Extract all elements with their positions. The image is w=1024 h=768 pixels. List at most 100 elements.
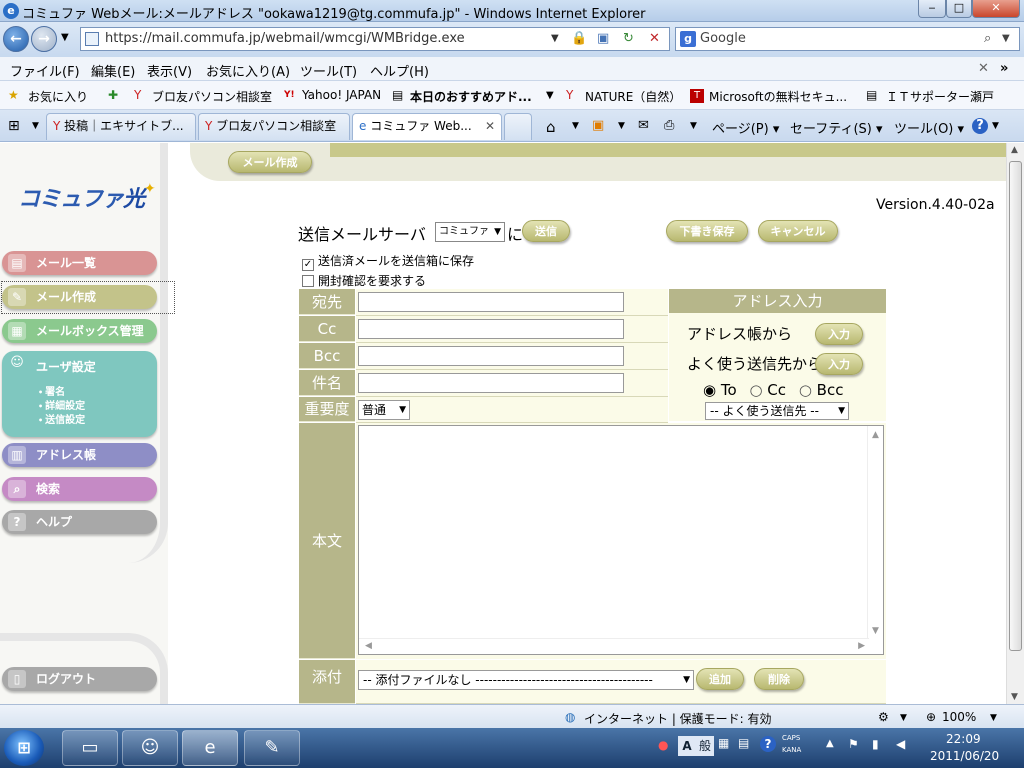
sidebar-item-search[interactable]: ⌕ 検索: [2, 477, 157, 501]
menu-favorites[interactable]: お気に入り(A): [206, 61, 290, 80]
history-dropdown-icon[interactable]: ▼: [61, 32, 69, 43]
close-button[interactable]: ✕: [972, 0, 1020, 18]
zoom-level[interactable]: 100%: [942, 710, 976, 724]
help-icon[interactable]: ?: [972, 118, 988, 134]
send-button[interactable]: 送信: [522, 220, 570, 242]
compose-tab-button[interactable]: メール作成: [228, 151, 312, 173]
url-input[interactable]: https://mail.commufa.jp/webmail/wmcgi/WM…: [80, 27, 670, 51]
scroll-right-icon[interactable]: ▶: [858, 641, 865, 651]
page-menu[interactable]: ページ(P) ▾: [712, 118, 779, 137]
sidebar-item-user-settings[interactable]: ☺ ユーザ設定 署名 詳細設定 送信設定: [2, 351, 157, 437]
home-dropdown-icon[interactable]: ▼: [572, 121, 579, 131]
search-input[interactable]: g Google ⌕ ▼: [675, 27, 1020, 51]
tab-close-icon[interactable]: ✕: [485, 114, 495, 139]
menu-help[interactable]: ヘルプ(H): [370, 61, 429, 80]
tab-excite[interactable]: Y 投稿｜エキサイトブ...: [46, 113, 196, 140]
ime-help-icon[interactable]: ?: [760, 736, 776, 752]
body-vertical-scrollbar[interactable]: ▲ ▼: [867, 426, 883, 638]
chevron-down-icon[interactable]: ▼: [900, 713, 907, 723]
chevron-down-icon[interactable]: ▼: [546, 90, 554, 101]
mail-icon[interactable]: ✉: [638, 118, 649, 133]
cancel-button[interactable]: キャンセル: [758, 220, 838, 242]
menu-close-icon[interactable]: ✕: [978, 61, 989, 76]
ime-pad-icon[interactable]: ▤: [738, 736, 749, 750]
scroll-up-icon[interactable]: ▲: [872, 430, 879, 440]
to-input[interactable]: [358, 292, 624, 312]
sub-item-details[interactable]: 詳細設定: [38, 397, 85, 412]
radio-to[interactable]: ◉ To: [703, 381, 737, 399]
scroll-up-icon[interactable]: ▲: [1011, 145, 1018, 155]
sidebar-item-mail-list[interactable]: ▤ メール一覧: [2, 251, 157, 275]
ime-mode[interactable]: 般: [696, 736, 714, 756]
sub-item-send-settings[interactable]: 送信設定: [38, 411, 85, 426]
subject-input[interactable]: [358, 373, 624, 393]
save-sent-checkbox[interactable]: ✓ 送信済メールを送信箱に保存: [302, 252, 474, 271]
sub-item-signature[interactable]: 署名: [38, 383, 65, 398]
page-scrollbar[interactable]: ▲ ▼: [1006, 143, 1024, 704]
tab-commufa[interactable]: e コミュファ Web... ✕: [352, 113, 502, 140]
attach-select[interactable]: -- 添付ファイルなし ----------------------------…: [358, 670, 694, 690]
chevron-right-icon[interactable]: »: [1000, 61, 1008, 76]
radio-cc[interactable]: ○ Cc: [749, 381, 786, 399]
stop-icon[interactable]: ✕: [649, 28, 660, 50]
menu-edit[interactable]: 編集(E): [91, 61, 135, 80]
bcc-input[interactable]: [358, 346, 624, 366]
compat-view-icon[interactable]: ▣: [597, 28, 609, 50]
start-button[interactable]: ⊞: [4, 730, 44, 766]
read-receipt-checkbox[interactable]: 開封確認を要求する: [302, 272, 426, 289]
menu-file[interactable]: ファイル(F): [10, 61, 80, 80]
zoom-dropdown-icon[interactable]: ▼: [990, 713, 997, 723]
ime-a[interactable]: A: [678, 736, 696, 756]
new-tab-button[interactable]: [504, 113, 532, 140]
minimize-button[interactable]: ‒: [918, 0, 946, 18]
tools-menu[interactable]: ツール(O) ▾: [894, 118, 964, 137]
scrollbar-thumb[interactable]: [1009, 161, 1022, 651]
menu-view[interactable]: 表示(V): [147, 61, 192, 80]
show-hidden-icons[interactable]: ▲: [826, 738, 834, 749]
radio-bcc[interactable]: ○ Bcc: [799, 381, 844, 399]
tab-burotomo[interactable]: Y ブロ友パソコン相談室: [198, 113, 350, 140]
lock-icon[interactable]: 🔒: [571, 28, 587, 50]
search-dropdown-icon[interactable]: ▼: [1002, 28, 1010, 50]
network-icon[interactable]: ▮: [872, 737, 879, 751]
menu-tools[interactable]: ツール(T): [300, 61, 357, 80]
protected-mode-icon[interactable]: ⚙: [878, 710, 889, 724]
ie-taskbar-icon[interactable]: e: [182, 730, 238, 766]
attach-add-button[interactable]: 追加: [696, 668, 744, 690]
home-icon[interactable]: ⌂: [546, 118, 556, 136]
checkbox-box[interactable]: ✓: [302, 259, 314, 271]
sidebar-item-mailbox[interactable]: ▦ メールボックス管理: [2, 319, 157, 343]
add-favorite-icon[interactable]: ✚: [108, 88, 118, 102]
fav-item-burotomo[interactable]: ブロ友パソコン相談室: [152, 88, 272, 105]
server-select[interactable]: コミュファ ▼: [435, 222, 505, 242]
feeds-dropdown-icon[interactable]: ▼: [618, 121, 625, 131]
scroll-down-icon[interactable]: ▼: [872, 626, 879, 636]
volume-icon[interactable]: ◀: [896, 737, 905, 751]
search-icon[interactable]: ⌕: [984, 28, 991, 50]
priority-select[interactable]: 普通 ▼: [358, 400, 410, 420]
forward-button[interactable]: →: [31, 26, 57, 52]
fav-item-microsoft[interactable]: Microsoftの無料セキュ...: [709, 88, 847, 105]
action-center-icon[interactable]: ⚑: [848, 737, 859, 751]
print-icon[interactable]: ⎙: [664, 118, 674, 133]
feeds-icon[interactable]: ▣: [592, 118, 604, 133]
checkbox-box[interactable]: [302, 275, 314, 287]
save-draft-button[interactable]: 下書き保存: [666, 220, 748, 242]
clock-time[interactable]: 22:09: [946, 732, 981, 746]
print-dropdown-icon[interactable]: ▼: [690, 121, 697, 131]
ime-tool-icon[interactable]: ▦: [718, 736, 729, 750]
cc-input[interactable]: [358, 319, 624, 339]
tab-list-dropdown-icon[interactable]: ▼: [32, 121, 39, 131]
attach-delete-button[interactable]: 削除: [754, 668, 804, 690]
sidebar-item-address-book[interactable]: ▥ アドレス帳: [2, 443, 157, 467]
refresh-icon[interactable]: ↻: [623, 28, 634, 50]
url-dropdown-icon[interactable]: ▼: [551, 28, 559, 50]
safety-menu[interactable]: セーフティ(S) ▾: [790, 118, 883, 137]
zone-text[interactable]: インターネット | 保護モード: 有効: [584, 710, 772, 727]
help-dropdown-icon[interactable]: ▼: [992, 121, 999, 131]
clock-date[interactable]: 2011/06/20: [930, 749, 999, 763]
quick-tabs-icon[interactable]: ⊞: [8, 118, 20, 134]
body-horizontal-scrollbar[interactable]: ◀ ▶: [359, 638, 869, 654]
fav-item-nature[interactable]: NATURE（自然）: [585, 88, 681, 105]
paint-icon[interactable]: ✎: [244, 730, 300, 766]
